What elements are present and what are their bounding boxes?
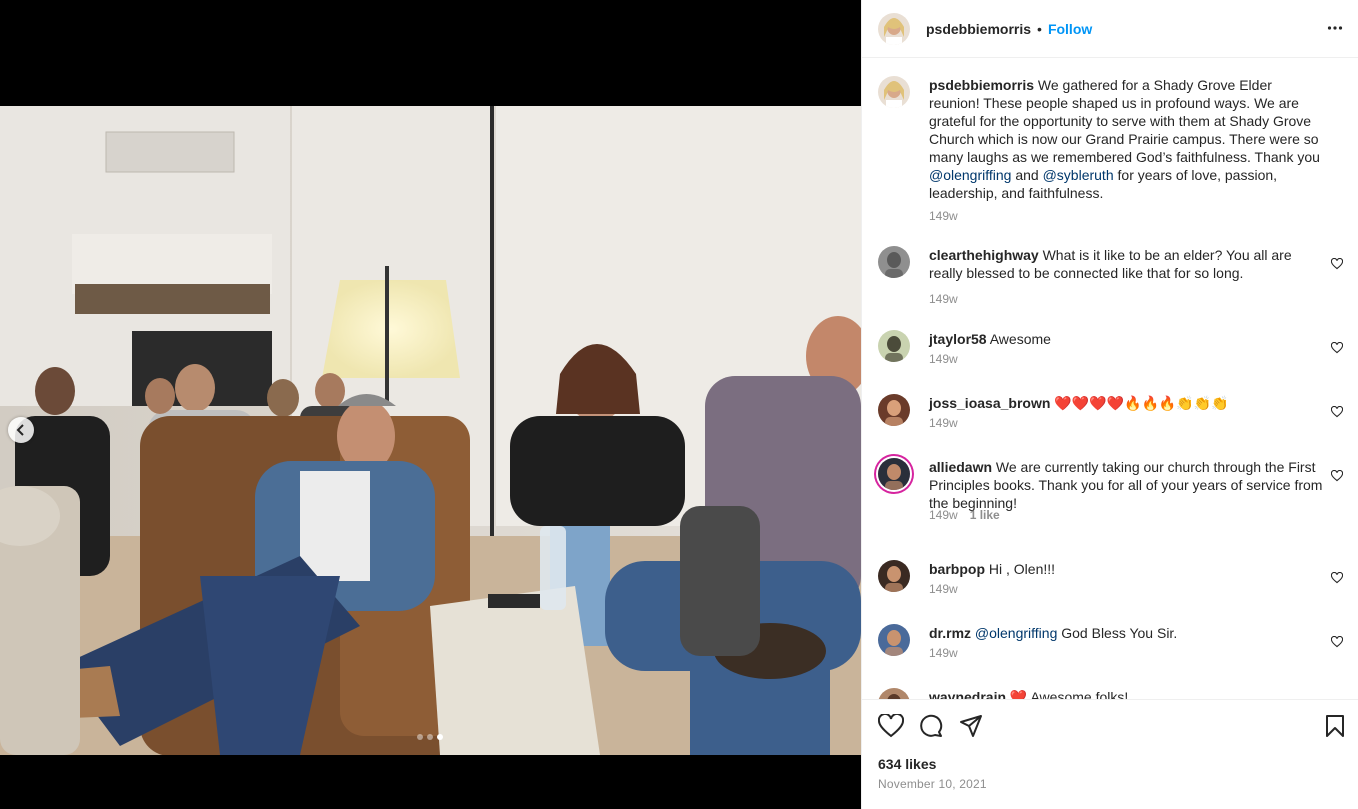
comment-text: alliedawn We are currently taking our ch… (929, 458, 1324, 512)
media-area (0, 0, 861, 809)
carousel-dot (417, 734, 423, 740)
comment-meta: 149w (929, 352, 958, 366)
caption-and: and (1015, 167, 1039, 183)
commenter-avatar[interactable] (878, 246, 910, 278)
commenter-username[interactable]: dr.rmz (929, 625, 971, 641)
more-options-icon[interactable] (1327, 20, 1343, 36)
header-separator: • (1037, 20, 1042, 37)
follow-button[interactable]: Follow (1048, 21, 1092, 37)
comment-text: waynedrain ❤️ Awesome folks! (929, 688, 1324, 699)
caption-timestamp[interactable]: 149w (929, 209, 958, 223)
caption-meta: 149w (929, 209, 958, 223)
comment-timestamp[interactable]: 149w (929, 582, 958, 596)
comment-timestamp[interactable]: 149w (929, 292, 958, 306)
author-avatar[interactable] (878, 12, 910, 45)
comments-list[interactable]: psdebbiemorris We gathered for a Shady G… (862, 59, 1358, 699)
chevron-left-icon (16, 424, 24, 436)
commenter-username[interactable]: jtaylor58 (929, 331, 987, 347)
comment-item: clearthehighway What is it like to be an… (878, 246, 1343, 330)
comment-like-heart-icon[interactable] (1331, 258, 1343, 270)
author-username[interactable]: psdebbiemorris (926, 21, 1031, 37)
comment-meta: 149w (929, 646, 958, 660)
comment-item: waynedrain ❤️ Awesome folks! (878, 688, 1343, 699)
instagram-post-modal: psdebbiemorris • Follow psdebbiemorris W… (0, 0, 1358, 809)
bookmark-icon[interactable] (1325, 714, 1345, 738)
comment-item: alliedawn We are currently taking our ch… (878, 458, 1343, 546)
commenter-avatar[interactable] (878, 688, 910, 699)
comment-body: Hi , Olen!!! (988, 561, 1056, 577)
commenter-avatar[interactable] (878, 394, 910, 426)
comment-text: barbpop Hi , Olen!!! (929, 560, 1324, 578)
comment-timestamp[interactable]: 149w (929, 352, 958, 366)
comment-likes[interactable]: 1 like (970, 508, 1000, 522)
comment-body: ❤️❤️❤️❤️🔥🔥🔥👏👏👏 (1054, 395, 1229, 411)
carousel-indicator (417, 734, 443, 740)
comment-meta: 149w (929, 582, 958, 596)
comment-like-heart-icon[interactable] (1331, 406, 1343, 418)
comment-text: clearthehighway What is it like to be an… (929, 246, 1324, 282)
likes-count[interactable]: 634 likes (878, 756, 936, 772)
caption-text: psdebbiemorris We gathered for a Shady G… (929, 76, 1324, 202)
author-avatar[interactable] (878, 76, 910, 108)
comment-text: dr.rmz @olengriffing God Bless You Sir. (929, 624, 1324, 642)
commenter-avatar[interactable] (878, 330, 910, 362)
comment-like-heart-icon[interactable] (1331, 342, 1343, 354)
carousel-prev-button[interactable] (8, 417, 34, 443)
caption-mention[interactable]: @sybleruth (1043, 167, 1114, 183)
photo-illustration (0, 106, 861, 755)
comment-text: jtaylor58 Awesome (929, 330, 1324, 348)
commenter-avatar[interactable] (878, 624, 910, 656)
comment-body: Awesome (989, 331, 1051, 347)
carousel-dot (427, 734, 433, 740)
comment-like-heart-icon[interactable] (1331, 572, 1343, 584)
comment-text: joss_ioasa_brown ❤️❤️❤️❤️🔥🔥🔥👏👏👏 (929, 394, 1324, 412)
caption-username[interactable]: psdebbiemorris (929, 77, 1034, 93)
commenter-avatar[interactable] (878, 560, 910, 592)
paper-plane-icon[interactable] (959, 714, 983, 738)
post-actions: 634 likes November 10, 2021 (862, 699, 1358, 809)
post-date[interactable]: November 10, 2021 (878, 777, 987, 791)
comment-icon[interactable] (919, 714, 943, 738)
comment-meta: 149w (929, 292, 958, 306)
commenter-username[interactable]: barbpop (929, 561, 985, 577)
comment-item: joss_ioasa_brown ❤️❤️❤️❤️🔥🔥🔥👏👏👏 149w (878, 394, 1343, 454)
comment-meta: 149w 1 like (929, 508, 1000, 522)
caption-mention[interactable]: @olengriffing (929, 167, 1011, 183)
comment-timestamp[interactable]: 149w (929, 646, 958, 660)
commenter-username[interactable]: alliedawn (929, 459, 992, 475)
comment-like-heart-icon[interactable] (1331, 636, 1343, 648)
commenter-username[interactable]: waynedrain (929, 689, 1006, 699)
comment-item: dr.rmz @olengriffing God Bless You Sir. 1… (878, 624, 1343, 684)
commenter-avatar[interactable] (878, 458, 910, 490)
post-header: psdebbiemorris • Follow (862, 0, 1358, 58)
comment-timestamp[interactable]: 149w (929, 508, 958, 522)
carousel-dot (437, 734, 443, 740)
comment-like-heart-icon[interactable] (1331, 470, 1343, 482)
comment-item: barbpop Hi , Olen!!! 149w (878, 560, 1343, 620)
commenter-username[interactable]: joss_ioasa_brown (929, 395, 1050, 411)
commenter-username[interactable]: clearthehighway (929, 247, 1039, 263)
heart-icon[interactable] (878, 714, 904, 738)
post-photo[interactable] (0, 106, 861, 755)
comment-body: ❤️ Awesome folks! (1009, 689, 1129, 699)
comment-timestamp[interactable]: 149w (929, 416, 958, 430)
post-details-panel: psdebbiemorris • Follow psdebbiemorris W… (861, 0, 1358, 809)
comment-body: God Bless You Sir. (1061, 625, 1178, 641)
comment-item: jtaylor58 Awesome 149w (878, 330, 1343, 390)
comment-mention[interactable]: @olengriffing (975, 625, 1057, 641)
comment-meta: 149w (929, 416, 958, 430)
post-caption: psdebbiemorris We gathered for a Shady G… (878, 76, 1343, 226)
